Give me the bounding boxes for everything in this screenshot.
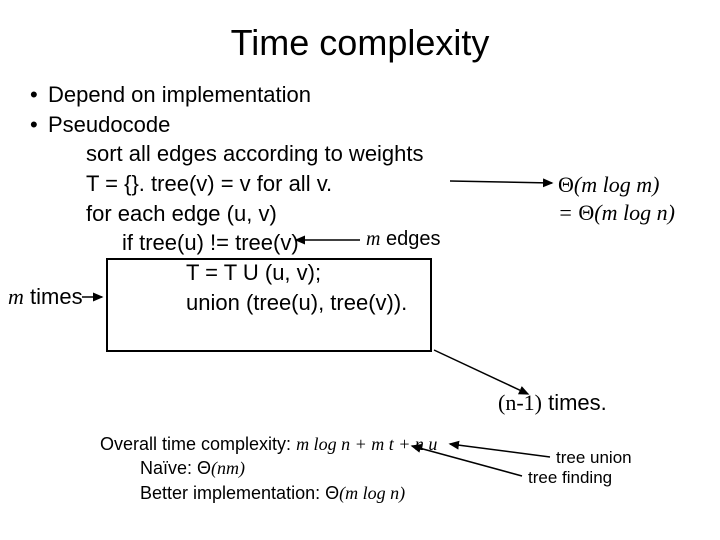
code-union-set: T = T U (u, v);	[30, 258, 700, 288]
bullet-pseudocode: Pseudocode	[30, 110, 700, 140]
m-edges-word: edges	[380, 228, 440, 250]
n1-times-label: (n-1) times.	[498, 390, 607, 416]
better-theta: Θ	[325, 483, 339, 503]
code-union-call: union (tree(u), tree(v)).	[30, 288, 700, 318]
theta-eq-mlogn: = Θ(m log n)	[558, 200, 675, 226]
tree-union-label: tree union	[556, 448, 632, 468]
code-foreach-text: for each edge (u, v)	[86, 201, 277, 226]
slide-title: Time complexity	[0, 0, 720, 80]
m-times-label: m times	[8, 284, 83, 310]
naive-theta: Θ	[197, 458, 211, 478]
theta-symbol-1: Θ	[558, 172, 574, 197]
tree-finding-label: tree finding	[528, 468, 612, 488]
content-area: Depend on implementation Pseudocode sort…	[0, 80, 720, 318]
m-edges-label: m edges	[366, 228, 441, 251]
overall-block: Overall time complexity: m log n + m t +…	[100, 432, 437, 505]
eq-sign: =	[558, 200, 578, 225]
better-expr: (m log n)	[339, 483, 405, 503]
theta-mlogm: Θ(m log m)	[558, 172, 659, 198]
overall-line: Overall time complexity: m log n + m t +…	[100, 432, 437, 456]
naive-expr: (nm)	[211, 458, 245, 478]
overall-expr: m log n + m t + n u	[296, 434, 437, 454]
code-if: if tree(u) != tree(v)	[30, 228, 700, 258]
better-label: Better implementation:	[140, 483, 325, 503]
mlogn-expr: (m log n)	[594, 200, 675, 225]
mlogm-expr: (m log m)	[574, 172, 660, 197]
theta-symbol-2: Θ	[578, 200, 594, 225]
naive-label: Naïve:	[140, 458, 197, 478]
arrow-union-to-n1	[434, 350, 528, 394]
overall-label: Overall time complexity:	[100, 434, 296, 454]
n1-word: times.	[542, 390, 607, 415]
code-sort: sort all edges according to weights	[30, 139, 700, 169]
m-times-m: m	[8, 284, 24, 309]
naive-line: Naïve: Θ(nm)	[100, 456, 437, 480]
arrow-treeunion-to-nu	[450, 444, 550, 457]
m-times-word: times	[24, 284, 83, 309]
n1-paren: (n-1)	[498, 390, 542, 415]
m-edges-m: m	[366, 228, 380, 250]
better-line: Better implementation: Θ(m log n)	[100, 481, 437, 505]
bullet-depend: Depend on implementation	[30, 80, 700, 110]
